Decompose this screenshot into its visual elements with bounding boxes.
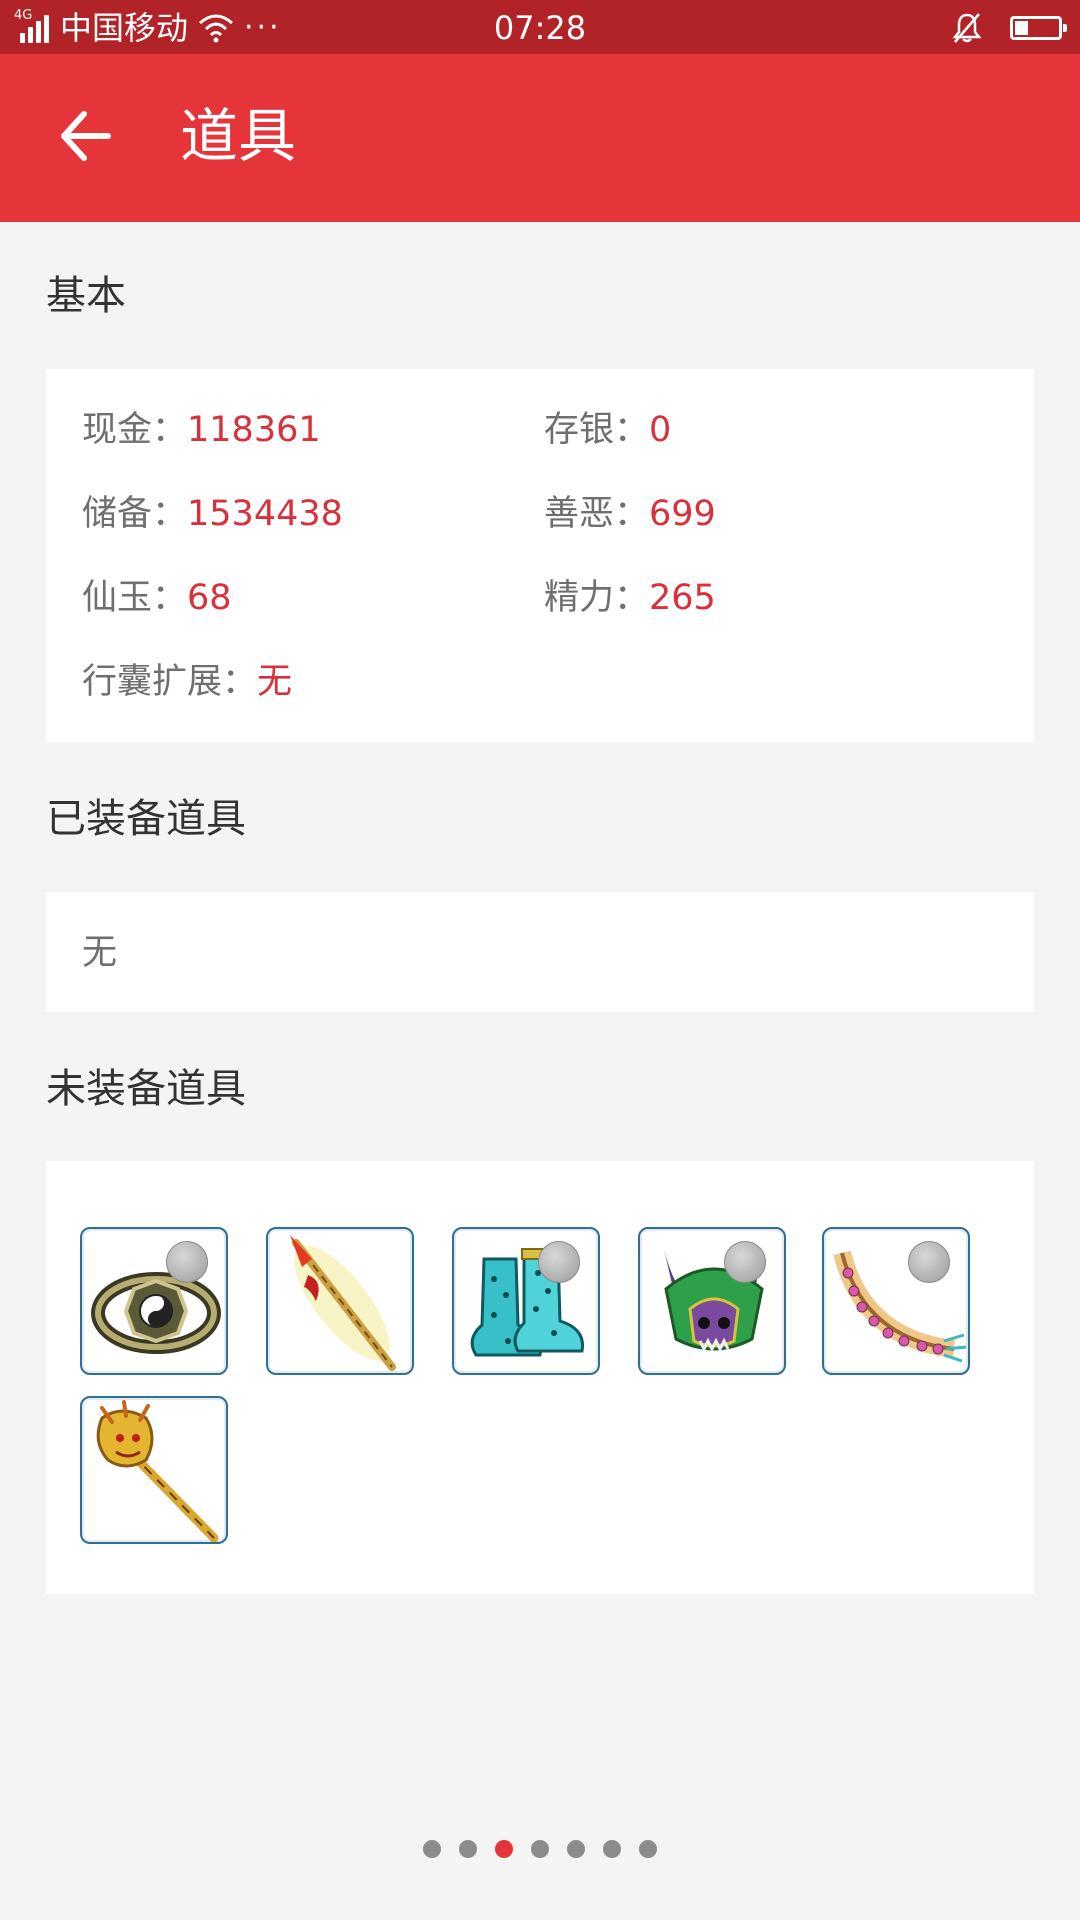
deposit-field: 存银：0 bbox=[544, 407, 671, 453]
reserve-field: 储备：1534438 bbox=[82, 491, 343, 537]
equipped-card: 无 bbox=[46, 892, 1034, 1012]
section-title-unequipped: 未装备道具 bbox=[46, 1066, 246, 1112]
karma-label: 善恶： bbox=[544, 494, 650, 534]
lock-icon bbox=[724, 1241, 766, 1283]
unequipped-card bbox=[46, 1161, 1034, 1594]
page-dot[interactable] bbox=[423, 1840, 441, 1858]
clock: 07:28 bbox=[493, 9, 587, 47]
item-slot[interactable] bbox=[822, 1227, 970, 1375]
item-slot[interactable] bbox=[452, 1227, 600, 1375]
item-slot[interactable] bbox=[80, 1396, 228, 1544]
battery-icon bbox=[1010, 16, 1067, 40]
energy-field: 精力：265 bbox=[544, 575, 716, 621]
item-slot[interactable] bbox=[80, 1227, 228, 1375]
bead-sash-icon bbox=[833, 1250, 967, 1363]
basic-info-card: 现金：118361 存银：0 储备：1534438 善恶：699 仙玉：68 精… bbox=[46, 369, 1034, 742]
horned-helmet-icon bbox=[664, 1249, 764, 1353]
page-dot[interactable] bbox=[603, 1840, 621, 1858]
energy-value: 265 bbox=[649, 578, 716, 618]
page-dot[interactable] bbox=[567, 1840, 585, 1858]
page-dot[interactable] bbox=[531, 1840, 549, 1858]
reserve-label: 储备： bbox=[82, 494, 188, 534]
cash-label: 现金： bbox=[82, 410, 188, 450]
deposit-value: 0 bbox=[649, 410, 672, 450]
karma-value: 699 bbox=[649, 494, 716, 534]
bag-expansion-value: 无 bbox=[257, 662, 293, 702]
bell-muted-icon bbox=[952, 13, 982, 43]
cash-field: 现金：118361 bbox=[82, 407, 321, 453]
item-slot[interactable] bbox=[638, 1227, 786, 1375]
lock-icon bbox=[538, 1241, 580, 1283]
cash-value: 118361 bbox=[187, 410, 321, 450]
page-indicator bbox=[0, 1840, 1080, 1862]
bagua-ring-icon bbox=[91, 1272, 221, 1354]
energy-label: 精力： bbox=[544, 578, 650, 618]
bag-expansion-label: 行囊扩展： bbox=[82, 662, 258, 702]
item-slot[interactable] bbox=[266, 1227, 414, 1375]
jade-field: 仙玉：68 bbox=[82, 575, 232, 621]
page-dot[interactable] bbox=[495, 1840, 513, 1858]
dragon-staff-icon bbox=[96, 1400, 219, 1542]
page-dot[interactable] bbox=[639, 1840, 657, 1858]
lock-icon bbox=[166, 1241, 208, 1283]
reserve-value: 1534438 bbox=[187, 494, 343, 534]
bag-expansion-field: 行囊扩展：无 bbox=[82, 659, 292, 705]
page-title: 道具 bbox=[180, 102, 297, 170]
flame-spear-icon bbox=[290, 1235, 396, 1371]
lock-icon bbox=[908, 1241, 950, 1283]
jade-value: 68 bbox=[187, 578, 232, 618]
section-title-basic: 基本 bbox=[46, 273, 126, 319]
app-bar: 道具 bbox=[0, 54, 1080, 222]
section-title-equipped: 已装备道具 bbox=[46, 796, 246, 842]
back-arrow-icon[interactable] bbox=[56, 106, 116, 166]
equipped-empty-text: 无 bbox=[82, 933, 118, 973]
deposit-label: 存银： bbox=[544, 410, 650, 450]
page-dot[interactable] bbox=[459, 1840, 477, 1858]
jade-label: 仙玉： bbox=[82, 578, 188, 618]
spotted-boots-icon bbox=[470, 1248, 585, 1357]
status-bar: 4G 中国移动 ··· 07:28 bbox=[0, 0, 1080, 54]
karma-field: 善恶：699 bbox=[544, 491, 716, 537]
status-right bbox=[952, 8, 1067, 48]
